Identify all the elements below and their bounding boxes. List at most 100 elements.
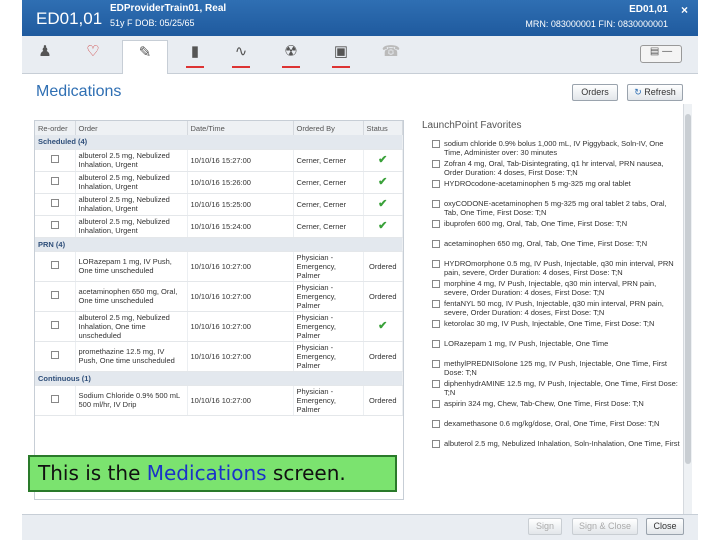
reorder-checkbox[interactable] — [50, 199, 59, 207]
favorite-label: diphenhydrAMINE 12.5 mg, IV Push, Inject… — [444, 379, 678, 397]
waveform-icon[interactable]: ∿ — [228, 40, 254, 68]
reorder-checkbox[interactable] — [50, 261, 59, 269]
column-header[interactable]: Order — [75, 121, 188, 135]
print-button[interactable]: ▤ — — [640, 45, 682, 63]
table-row[interactable]: acetaminophen 650 mg, Oral, One time uns… — [35, 281, 403, 312]
table-row[interactable]: Sodium Chloride 0.9% 500 mL 500 ml/hr, I… — [35, 385, 403, 416]
orders-button[interactable]: Orders — [572, 84, 618, 101]
column-header[interactable]: Status — [363, 121, 403, 135]
close-button[interactable]: Close — [646, 518, 684, 535]
reorder-cell — [35, 311, 76, 342]
table-row[interactable]: promethazine 12.5 mg, IV Push, One time … — [35, 341, 403, 372]
ordered-by-cell: Physician - Emergency, Palmer — [293, 311, 364, 342]
order-cell: albuterol 2.5 mg, Nebulized Inhalation, … — [75, 311, 188, 342]
favorite-checkbox[interactable] — [432, 420, 440, 428]
favorite-item[interactable]: LORazepam 1 mg, IV Push, Injectable, One… — [420, 339, 682, 358]
heart-icon[interactable]: ♡ — [80, 40, 106, 66]
patient-demographics: 51y F DOB: 05/25/65 — [110, 18, 195, 28]
reorder-checkbox[interactable] — [50, 321, 59, 329]
sign-button[interactable]: Sign — [528, 518, 562, 535]
favorite-checkbox[interactable] — [432, 400, 440, 408]
favorite-checkbox[interactable] — [432, 300, 440, 308]
favorite-item[interactable]: methylPREDNISolone 125 mg, IV Push, Inje… — [420, 359, 682, 378]
reorder-checkbox[interactable] — [50, 291, 59, 299]
phone-icon[interactable]: ☎ — [378, 40, 404, 66]
table-row[interactable]: albuterol 2.5 mg, Nebulized Inhalation, … — [35, 193, 403, 216]
table-row[interactable]: albuterol 2.5 mg, Nebulized Inhalation, … — [35, 149, 403, 172]
favorite-label: methylPREDNISolone 125 mg, IV Push, Inje… — [444, 359, 668, 377]
date-cell: 10/10/16 15:27:00 — [187, 149, 294, 172]
favorite-item[interactable]: morphine 4 mg, IV Push, Injectable, q30 … — [420, 279, 682, 298]
favorite-item[interactable]: HYDROmorphone 0.5 mg, IV Push, Injectabl… — [420, 259, 682, 278]
favorite-item[interactable]: diphenhydrAMINE 12.5 mg, IV Push, Inject… — [420, 379, 682, 398]
ordered-by-cell: Physician - Emergency, Palmer — [293, 251, 364, 282]
pill-icon[interactable]: ✎ — [122, 40, 168, 74]
group-header[interactable]: PRN (4) — [35, 237, 403, 252]
patient-name[interactable]: EDProviderTrain01, Real — [110, 3, 226, 14]
favorite-checkbox[interactable] — [432, 360, 440, 368]
favorite-checkbox[interactable] — [432, 160, 440, 168]
reorder-checkbox[interactable] — [50, 177, 59, 185]
table-row[interactable]: albuterol 2.5 mg, Nebulized Inhalation, … — [35, 311, 403, 342]
favorites-scrollbar[interactable] — [683, 104, 692, 514]
refresh-label: Refresh — [644, 87, 676, 97]
favorite-label: fentaNYL 50 mcg, IV Push, Injectable, q3… — [444, 299, 664, 317]
favorite-checkbox[interactable] — [432, 320, 440, 328]
ordered-by-cell: Physician - Emergency, Palmer — [293, 341, 364, 372]
reorder-checkbox[interactable] — [50, 221, 59, 229]
group-header[interactable]: Continuous (1) — [35, 371, 403, 386]
favorite-checkbox[interactable] — [432, 220, 440, 228]
favorite-checkbox[interactable] — [432, 240, 440, 248]
alert-underline — [332, 66, 350, 68]
favorite-item[interactable]: fentaNYL 50 mcg, IV Push, Injectable, q3… — [420, 299, 682, 318]
column-header[interactable]: Date/Time — [187, 121, 294, 135]
favorite-checkbox[interactable] — [432, 340, 440, 348]
favorite-item[interactable]: ketorolac 30 mg, IV Push, Injectable, On… — [420, 319, 682, 338]
scrollbar-thumb[interactable] — [685, 114, 691, 464]
reorder-checkbox[interactable] — [50, 395, 59, 403]
table-row[interactable]: albuterol 2.5 mg, Nebulized Inhalation, … — [35, 215, 403, 238]
favorite-checkbox[interactable] — [432, 380, 440, 388]
person-icon[interactable]: ♟ — [32, 40, 58, 66]
favorite-item[interactable]: acetaminophen 650 mg, Oral, Tab, One Tim… — [420, 239, 682, 258]
favorite-item[interactable]: HYDROcodone-acetaminophen 5 mg-325 mg or… — [420, 179, 682, 198]
favorite-item[interactable]: albuterol 2.5 mg, Nebulized Inhalation, … — [420, 439, 682, 458]
table-row[interactable]: albuterol 2.5 mg, Nebulized Inhalation, … — [35, 171, 403, 194]
date-cell: 10/10/16 15:25:00 — [187, 193, 294, 216]
reorder-cell — [35, 193, 76, 216]
table-row[interactable]: LORazepam 1 mg, IV Push, One time unsche… — [35, 251, 403, 282]
group-header[interactable]: Scheduled (4) — [35, 135, 403, 150]
favorite-item[interactable]: oxyCODONE-acetaminophen 5 mg-325 mg oral… — [420, 199, 682, 218]
date-cell: 10/10/16 15:24:00 — [187, 215, 294, 238]
favorite-label: HYDROcodone-acetaminophen 5 mg-325 mg or… — [444, 179, 631, 188]
favorite-checkbox[interactable] — [432, 200, 440, 208]
status-cell: Ordered — [363, 251, 403, 282]
date-cell: 10/10/16 10:27:00 — [187, 281, 294, 312]
kit-icon[interactable]: ▣ — [328, 40, 354, 68]
refresh-button[interactable]: ↻ Refresh — [627, 84, 683, 101]
reorder-checkbox[interactable] — [50, 351, 59, 359]
sign-and-close-button[interactable]: Sign & Close — [572, 518, 638, 535]
status-cell: ✔ — [363, 215, 403, 238]
favorite-checkbox[interactable] — [432, 280, 440, 288]
reorder-cell — [35, 149, 76, 172]
favorite-item[interactable]: sodium chloride 0.9% bolus 1,000 mL, IV … — [420, 139, 682, 158]
favorite-checkbox[interactable] — [432, 440, 440, 448]
favorite-item[interactable]: aspirin 324 mg, Chew, Tab-Chew, One Time… — [420, 399, 682, 418]
date-cell: 10/10/16 15:26:00 — [187, 171, 294, 194]
favorite-checkbox[interactable] — [432, 180, 440, 188]
column-header[interactable]: Ordered By — [293, 121, 364, 135]
favorite-item[interactable]: ibuprofen 600 mg, Oral, Tab, One Time, F… — [420, 219, 682, 238]
column-header[interactable]: Re-order — [35, 121, 76, 135]
close-icon[interactable]: × — [681, 3, 688, 17]
launchpoint-favorites: LaunchPoint Favorites sodium chloride 0.… — [420, 120, 682, 506]
thermometer-icon[interactable]: ▮ — [182, 40, 208, 68]
favorite-item[interactable]: dexamethasone 0.6 mg/kg/dose, Oral, One … — [420, 419, 682, 438]
radiation-icon[interactable]: ☢ — [278, 40, 304, 68]
order-cell: albuterol 2.5 mg, Nebulized Inhalation, … — [75, 215, 188, 238]
favorite-item[interactable]: Zofran 4 mg, Oral, Tab-Disintegrating, q… — [420, 159, 682, 178]
favorite-checkbox[interactable] — [432, 140, 440, 148]
ordered-by-cell: Physician - Emergency, Palmer — [293, 385, 364, 416]
reorder-checkbox[interactable] — [50, 155, 59, 163]
favorite-checkbox[interactable] — [432, 260, 440, 268]
